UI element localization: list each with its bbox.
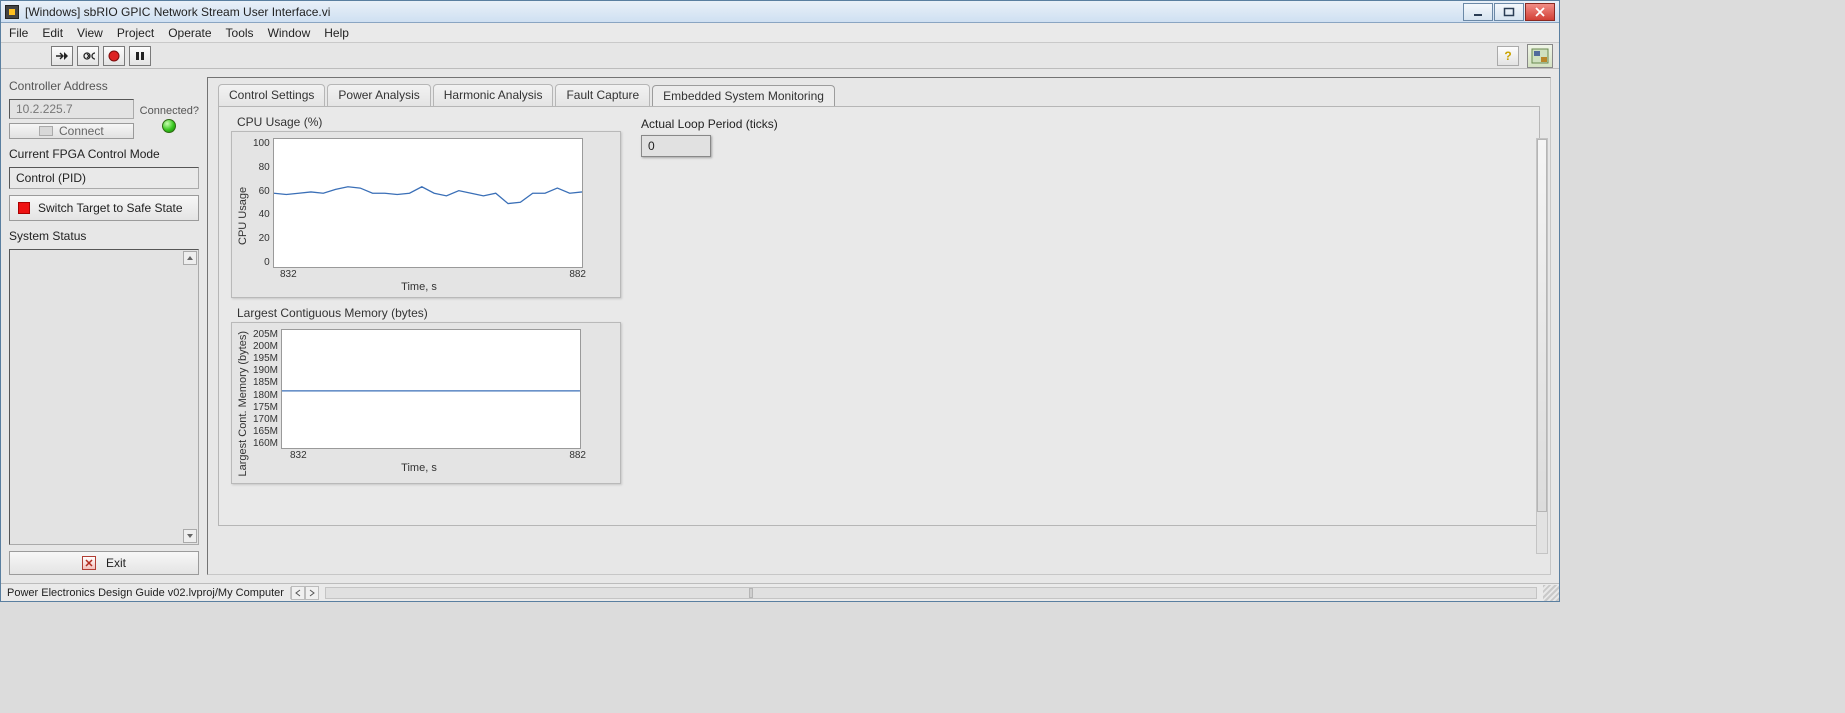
app-icon [5,5,19,19]
status-bar: Power Electronics Design Guide v02.lvpro… [1,583,1559,601]
abort-button[interactable] [103,46,125,66]
mem-xticks: 832882 [288,449,588,461]
body: Controller Address 10.2.225.7 Connect Co… [1,69,1559,583]
controller-address-field[interactable]: 10.2.225.7 [9,99,134,119]
main-panel: Control Settings Power Analysis Harmonic… [207,77,1551,575]
safe-state-label: Switch Target to Safe State [38,201,183,215]
tab-harmonic-analysis[interactable]: Harmonic Analysis [433,84,554,106]
toolbar: ? [1,43,1559,69]
close-x-icon: ✕ [82,556,96,570]
status-hscrollbar[interactable] [325,587,1537,599]
vi-icon [1527,44,1553,68]
panel-vscroll-thumb[interactable] [1537,139,1547,512]
exit-button[interactable]: ✕ Exit [9,551,199,575]
menu-view[interactable]: View [77,26,103,40]
pause-button[interactable] [129,46,151,66]
safe-state-button[interactable]: Switch Target to Safe State [9,195,199,221]
mem-xlabel: Time, s [250,462,588,474]
cpu-plot-area[interactable] [273,138,583,268]
status-path: Power Electronics Design Guide v02.lvpro… [1,587,291,599]
cpu-chart-title: CPU Usage (%) [237,115,621,129]
mem-plot-area[interactable] [281,329,581,449]
tabstrip: Control Settings Power Analysis Harmonic… [218,84,1540,106]
status-nav-left[interactable] [291,586,305,600]
status-hscroll-thumb[interactable] [749,588,753,598]
controller-address-label: Controller Address [9,79,199,93]
cpu-chart: CPU Usage 100806040200 832882 Time, s [231,131,621,298]
cpu-xlabel: Time, s [250,281,588,293]
connect-button-label: Connect [59,124,104,138]
resize-grip-icon[interactable] [1543,585,1559,601]
system-status-label: System Status [9,229,199,243]
menu-help[interactable]: Help [324,26,349,40]
status-nav-right[interactable] [305,586,319,600]
run-continuous-button[interactable] [77,46,99,66]
fpga-mode-select[interactable]: Control (PID) [9,167,199,189]
connected-led-icon [162,119,176,133]
menu-window[interactable]: Window [268,26,311,40]
fpga-mode-value: Control (PID) [16,171,86,185]
cpu-ylabel: CPU Usage [236,138,250,293]
tab-power-analysis[interactable]: Power Analysis [327,84,430,106]
loop-period-label: Actual Loop Period (ticks) [641,117,778,131]
connected-indicator: Connected? [140,105,199,133]
cpu-yticks: 100806040200 [250,138,273,268]
panel-vscrollbar[interactable] [1536,138,1548,554]
menu-tools[interactable]: Tools [226,26,254,40]
left-panel: Controller Address 10.2.225.7 Connect Co… [9,77,199,575]
envelope-icon [39,126,53,136]
mem-yticks: 205M200M195M190M185M180M175M170M165M160M [250,329,281,449]
mem-ylabel: Largest Cont. Memory (bytes) [236,329,250,479]
maximize-button[interactable] [1494,3,1524,21]
tab-embedded-system-monitoring[interactable]: Embedded System Monitoring [652,85,835,107]
menu-bar: File Edit View Project Operate Tools Win… [1,23,1559,43]
status-scroll-up[interactable] [183,251,197,265]
status-scroll-down[interactable] [183,529,197,543]
context-help-button[interactable]: ? [1497,46,1519,66]
menu-edit[interactable]: Edit [42,26,63,40]
tab-fault-capture[interactable]: Fault Capture [555,84,650,106]
tab-control-settings[interactable]: Control Settings [218,84,325,106]
loop-period-value: 0 [641,135,711,157]
app-window: [Windows] sbRIO GPIC Network Stream User… [0,0,1560,602]
exit-label: Exit [106,556,126,570]
run-button[interactable] [51,46,73,66]
connected-label: Connected? [140,105,199,117]
tabpanel: CPU Usage (%) CPU Usage 100806040200 [218,106,1540,526]
close-button[interactable] [1525,3,1555,21]
menu-operate[interactable]: Operate [168,26,211,40]
title-bar: [Windows] sbRIO GPIC Network Stream User… [1,1,1559,23]
connect-button[interactable]: Connect [9,123,134,139]
system-status-box[interactable] [9,249,199,545]
minimize-button[interactable] [1463,3,1493,21]
svg-text:?: ? [1504,49,1511,63]
cpu-xticks: 832882 [278,268,588,280]
mem-chart: Largest Cont. Memory (bytes) 205M200M195… [231,322,621,484]
menu-project[interactable]: Project [117,26,154,40]
fpga-mode-label: Current FPGA Control Mode [9,147,199,161]
stop-square-icon [18,202,30,214]
window-title: [Windows] sbRIO GPIC Network Stream User… [25,5,1463,19]
menu-file[interactable]: File [9,26,28,40]
mem-chart-title: Largest Contiguous Memory (bytes) [237,306,621,320]
